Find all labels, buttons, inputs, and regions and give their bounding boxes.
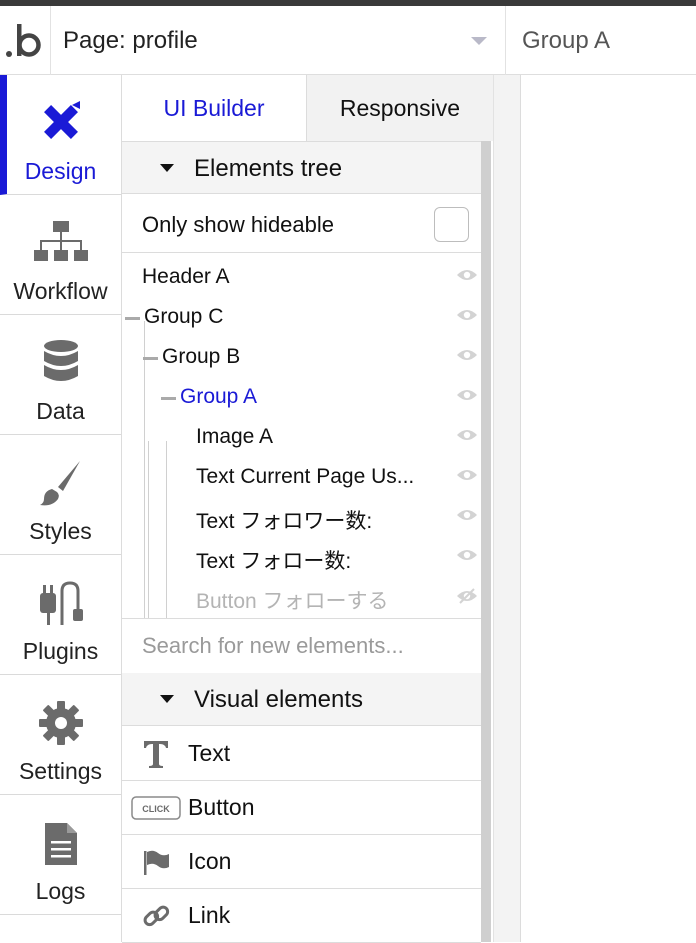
page-selector[interactable]: Page: profile <box>50 6 506 75</box>
only-show-hideable-label: Only show hideable <box>142 212 335 237</box>
tree-item-group-b[interactable]: Group B <box>122 336 481 376</box>
brush-icon <box>0 459 121 512</box>
gear-icon <box>0 699 121 752</box>
tab-logs-label: Logs <box>35 878 86 904</box>
tree-item-label: Text Current Page Us... <box>196 465 415 488</box>
design-canvas[interactable] <box>522 75 696 942</box>
eye-icon[interactable] <box>456 548 478 567</box>
database-icon <box>0 339 121 390</box>
canvas-ruler <box>493 75 521 942</box>
tab-workflow-label: Workflow <box>13 278 108 304</box>
tab-styles-label: Styles <box>29 518 92 544</box>
eye-icon[interactable] <box>456 388 478 407</box>
search-input[interactable] <box>122 619 481 673</box>
eye-icon[interactable] <box>456 268 478 287</box>
bubble-logo[interactable] <box>0 6 50 75</box>
button-click-icon-text: CLICK <box>142 804 170 814</box>
tree-item-text-following[interactable]: Text フォロー数: <box>122 536 481 576</box>
tree-item-label: Image A <box>196 425 274 448</box>
visual-element-label: Text <box>188 740 231 766</box>
tree-item-label: Group B <box>162 345 241 368</box>
eye-off-icon[interactable] <box>456 588 478 609</box>
page-selector-label: Page: profile <box>63 27 198 54</box>
tree-dash <box>161 397 176 400</box>
tab-design[interactable]: Design <box>0 75 121 195</box>
collapse-triangle-icon <box>160 164 174 172</box>
only-show-hideable-checkbox[interactable] <box>434 207 469 242</box>
eye-icon[interactable] <box>456 428 478 447</box>
flag-icon <box>130 847 182 877</box>
text-icon <box>130 739 182 769</box>
tab-logs[interactable]: Logs <box>0 795 121 915</box>
panel-scrollbar[interactable] <box>481 141 491 942</box>
tab-plugins-label: Plugins <box>22 638 99 664</box>
tab-data[interactable]: Data <box>0 315 121 435</box>
collapse-triangle-icon <box>160 695 174 703</box>
visual-element-label: Button <box>188 794 255 820</box>
tree-item-label: Text フォロワー数: <box>196 510 373 533</box>
tree-dash <box>143 357 158 360</box>
chevron-down-icon <box>471 37 487 45</box>
elements-tree-header[interactable]: Elements tree <box>122 141 481 194</box>
tree-item-group-a[interactable]: Group A <box>122 376 481 416</box>
elements-tree: Header A Group C Group B Group A Image A… <box>122 253 481 619</box>
visual-element-button[interactable]: CLICK Button <box>122 781 481 835</box>
tab-responsive[interactable]: Responsive <box>306 75 493 141</box>
visual-element-link[interactable]: Link <box>122 889 481 943</box>
link-icon <box>130 901 182 931</box>
tree-item-header-a[interactable]: Header A <box>122 256 481 296</box>
visual-elements-header[interactable]: Visual elements <box>122 673 481 726</box>
main-tab-bar: Design Workflow Data Styles Plugins Sett… <box>0 75 122 942</box>
only-show-hideable-row: Only show hideable <box>122 195 481 253</box>
workflow-icon <box>0 219 121 272</box>
tab-design-label: Design <box>24 158 97 184</box>
tab-settings[interactable]: Settings <box>0 675 121 795</box>
visual-elements-title: Visual elements <box>194 686 363 713</box>
button-click-icon: CLICK <box>130 796 182 826</box>
design-icon <box>0 99 121 150</box>
tree-item-label: Header A <box>142 265 230 288</box>
tree-item-image-a[interactable]: Image A <box>122 416 481 456</box>
tree-item-label: Text フォロー数: <box>196 550 352 573</box>
eye-icon[interactable] <box>456 308 478 327</box>
tree-dash <box>125 317 140 320</box>
tab-workflow[interactable]: Workflow <box>0 195 121 315</box>
elements-panel: UI Builder Responsive Elements tree Only… <box>122 75 493 943</box>
tree-item-group-c[interactable]: Group C <box>122 296 481 336</box>
visual-element-text[interactable]: Text <box>122 727 481 781</box>
top-bar: Page: profile Group A <box>0 6 696 75</box>
eye-icon[interactable] <box>456 508 478 527</box>
search-elements <box>122 619 481 673</box>
visual-element-label: Link <box>188 902 231 928</box>
plug-icon <box>0 579 121 632</box>
tree-item-text-current-page[interactable]: Text Current Page Us... <box>122 456 481 496</box>
tab-ui-builder[interactable]: UI Builder <box>122 75 306 141</box>
tree-item-label: Group C <box>144 305 224 328</box>
document-icon <box>0 821 121 872</box>
tab-data-label: Data <box>36 398 85 424</box>
tree-item-label: Group A <box>180 385 258 408</box>
tree-item-button-follow[interactable]: Button フォローする <box>122 576 481 616</box>
tab-plugins[interactable]: Plugins <box>0 555 121 675</box>
panel-tabs: UI Builder Responsive <box>122 75 493 141</box>
elements-tree-title: Elements tree <box>194 155 343 182</box>
eye-icon[interactable] <box>456 348 478 367</box>
element-selector[interactable]: Group A <box>522 27 610 55</box>
visual-element-icon[interactable]: Icon <box>122 835 481 889</box>
visual-element-label: Icon <box>188 848 232 874</box>
tree-item-label: Button フォローする <box>196 590 389 613</box>
eye-icon[interactable] <box>456 468 478 487</box>
tab-settings-label: Settings <box>18 758 103 784</box>
tree-item-text-followers[interactable]: Text フォロワー数: <box>122 496 481 536</box>
tab-styles[interactable]: Styles <box>0 435 121 555</box>
